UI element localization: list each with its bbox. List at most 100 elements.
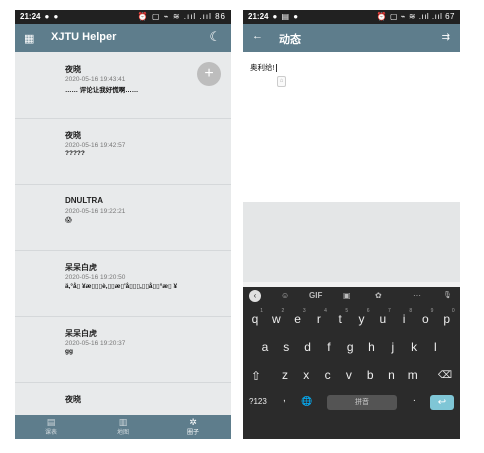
post-date: 2020-05-16 19:43:41 [65, 76, 126, 83]
key-digit-hint: 5 [345, 308, 349, 314]
post-item[interactable]: 呆呆白虎 2020-05-16 19:20:37 gg [15, 316, 231, 383]
key-g[interactable]: g [340, 340, 360, 354]
key-label: h [368, 340, 375, 354]
post-editor[interactable]: 奥利给! ⌂ [243, 52, 460, 202]
key-t[interactable]: t5 [330, 308, 350, 326]
moon-icon[interactable]: ☾ [209, 29, 221, 45]
keyboard-row-4: ?123 , 🌐 拼音 . ↩ [243, 391, 460, 415]
key-o[interactable]: o9 [415, 308, 435, 326]
key-s[interactable]: s [276, 340, 296, 354]
key-digit-hint: 8 [409, 308, 413, 314]
nav-schedule[interactable]: ▤ 课表 [31, 417, 71, 436]
app-bar: ← 动态 ⇉ [243, 24, 460, 52]
key-label: v [345, 368, 352, 382]
nav-circle[interactable]: ✲ 圈子 [173, 417, 213, 436]
key-digit-hint: 4 [324, 308, 327, 314]
key-q[interactable]: q1 [245, 308, 265, 326]
key-label: p [443, 312, 451, 326]
globe-icon[interactable]: 🌐 [301, 396, 312, 407]
clipboard-icon[interactable]: ▣ [343, 291, 351, 300]
key-label: i [402, 312, 406, 326]
key-digit-hint: 0 [451, 308, 455, 314]
left-phone-screen: 21:24 ● ● ⏰ ▢ ⌁ ≋ .ııl .ııl 86 ▦ XJTU He… [15, 10, 231, 439]
key-j[interactable]: j [383, 340, 403, 354]
keyboard-row-3: ⇧ ⌫ z xcvbnm [243, 365, 460, 389]
key-h[interactable]: h [362, 340, 382, 354]
key-label: m [407, 368, 418, 382]
key-b[interactable]: b [360, 368, 380, 382]
key-p[interactable]: p0 [437, 308, 457, 326]
soft-keyboard: ‹ ☺ GIF ▣ ✿ ··· 🎙 q1w2e3r4t5y6u7i8o9p0 a… [243, 287, 460, 439]
nav-schedule-icon: ▤ [46, 417, 56, 427]
collapse-toolbar-icon[interactable]: ‹ [249, 290, 261, 302]
send-icon[interactable]: ⇉ [442, 32, 450, 43]
page-title: 动态 [279, 34, 301, 46]
key-label: t [338, 312, 342, 326]
key-e[interactable]: e3 [288, 308, 308, 326]
post-feed[interactable]: 夜晓 呆呆白虎 2020-05-16 19:20:37 gg 呆呆白虎 2020-05-1… [15, 52, 231, 415]
key-label: a [261, 340, 269, 354]
key-u[interactable]: u7 [373, 308, 393, 326]
settings-icon[interactable]: ✿ [375, 291, 382, 300]
key-v[interactable]: v [339, 368, 359, 382]
app-title: XJTU Helper [51, 31, 117, 43]
space-key[interactable]: 拼音 [327, 395, 397, 410]
post-author: 呆呆白虎 [65, 263, 97, 272]
key-w[interactable]: w2 [266, 308, 286, 326]
post-body: ä,°å▯ ¥æ▯▯▯è,▯▯æ▯'å▯▯▯,▯▯å▯▯°æ▯ ¥ [65, 283, 178, 290]
key-digit-hint: 7 [388, 308, 391, 314]
post-item[interactable]: DNULTRA 2020-05-16 19:22:21 😱 [15, 184, 231, 251]
post-item[interactable]: 呆呆白虎 2020-05-16 19:20:50 ä,°å▯ ¥æ▯▯▯è,▯▯æ▯… [15, 250, 231, 317]
nav-map-icon: ▥ [118, 417, 128, 427]
backspace-key[interactable]: ⌫ [438, 370, 452, 381]
key-label: u [379, 312, 387, 326]
enter-key[interactable]: ↩ [430, 395, 454, 410]
post-author: 夜晓 [65, 65, 81, 74]
key-label: w [271, 312, 281, 326]
symbols-key[interactable]: ?123 [249, 397, 267, 406]
key-label: g [346, 340, 354, 354]
nav-circle-label: 圈子 [186, 430, 199, 436]
post-date: 2020-05-16 19:22:21 [65, 208, 126, 215]
key-f[interactable]: f [319, 340, 339, 354]
key-y[interactable]: y6 [352, 308, 372, 326]
mic-icon[interactable]: 🎙 [443, 291, 452, 299]
key-digit-hint: 1 [260, 308, 263, 314]
key-k[interactable]: k [404, 340, 424, 354]
keyboard-toolbar: ‹ ☺ GIF ▣ ✿ ··· 🎙 [243, 287, 460, 307]
status-bar: 21:24 ● ● ⏰ ▢ ⌁ ≋ .ııl .ııl 86 [15, 10, 231, 24]
key-i[interactable]: i8 [394, 308, 414, 326]
key-label: x [303, 368, 310, 382]
post-item[interactable]: 夜晓 2020-05-16 19:43:41 …… 评论让我好慌啊…… [15, 52, 231, 119]
nav-map[interactable]: ▥ 地图 [103, 417, 143, 436]
comma-key[interactable]: , [283, 393, 286, 404]
key-label: e [294, 312, 301, 326]
cursor-handle-icon[interactable]: ⌂ [277, 76, 286, 87]
back-arrow-icon[interactable]: ← [252, 30, 263, 42]
post-body: …… 评论让我好慌啊…… [65, 87, 139, 94]
keyboard-row-2: asd f gh j k l [243, 337, 460, 361]
add-post-button[interactable]: + [197, 62, 221, 86]
key-x[interactable]: x [296, 368, 316, 382]
editor-text[interactable]: 奥利给! [250, 62, 277, 73]
system-icons: ⏰ ▢ ⌁ ≋ .ııl .ııl 86 [137, 12, 226, 21]
key-z[interactable]: z [275, 368, 295, 382]
key-label: s [283, 340, 290, 354]
status-time: 21:24 [248, 12, 269, 21]
key-n[interactable]: n [382, 368, 402, 382]
gif-button[interactable]: GIF [309, 291, 322, 300]
period-key[interactable]: . [413, 393, 416, 404]
more-icon[interactable]: ··· [413, 291, 421, 300]
shift-key[interactable]: ⇧ [251, 369, 261, 383]
key-c[interactable]: c [318, 368, 338, 382]
emoji-icon[interactable]: ☺ [281, 291, 289, 300]
key-d[interactable]: d [298, 340, 318, 354]
post-item[interactable]: 夜晓 2020-05-16 19:42:57????? [15, 118, 231, 185]
nav-map-label: 地图 [116, 430, 129, 436]
key-m[interactable]: m [403, 368, 423, 382]
key-r[interactable]: r4 [309, 308, 329, 326]
key-l[interactable]: l [425, 340, 445, 354]
grid-icon[interactable]: ▦ [24, 32, 34, 45]
post-author: DNULTRA [65, 196, 104, 205]
key-a[interactable]: a [255, 340, 275, 354]
